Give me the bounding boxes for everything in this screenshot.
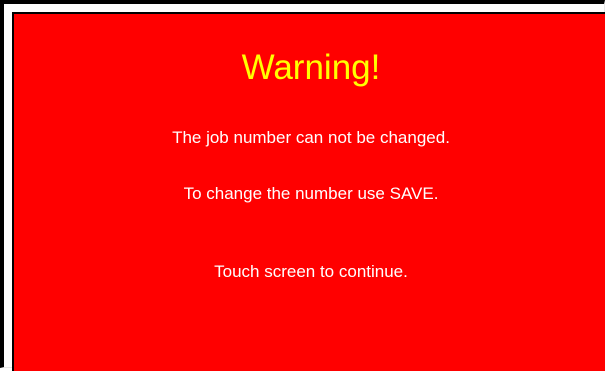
screen-frame: Warning! The job number can not be chang… xyxy=(0,0,605,371)
warning-message-use-save: To change the number use SAVE. xyxy=(183,184,439,203)
continue-instruction: Touch screen to continue. xyxy=(214,262,408,281)
warning-panel[interactable]: Warning! The job number can not be chang… xyxy=(12,12,605,371)
warning-title: Warning! xyxy=(241,48,381,87)
warning-message-job-number: The job number can not be changed. xyxy=(172,128,450,147)
